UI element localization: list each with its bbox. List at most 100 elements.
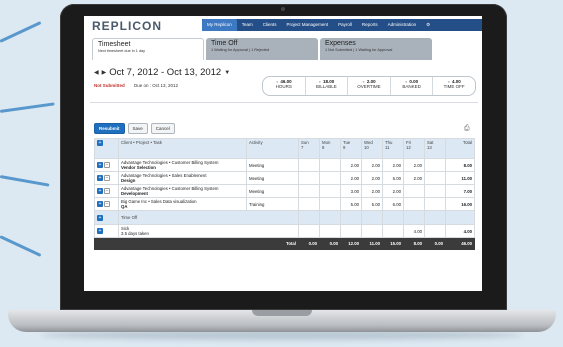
hours-cell[interactable]	[298, 158, 320, 172]
tab-title: Timesheet	[98, 41, 131, 48]
tab-title: Expenses	[325, 40, 356, 47]
save-button[interactable]: Save	[127, 123, 148, 134]
timeoff-row: + Sick 3.5 days taken 4.00 4.00	[94, 224, 475, 238]
hours-cell[interactable]	[424, 224, 446, 238]
hours-cell[interactable]: 2.00	[382, 158, 404, 172]
column-header-activity: Activity	[246, 138, 299, 159]
activity-cell[interactable]: Training	[246, 197, 299, 211]
hours-cell[interactable]	[298, 184, 320, 198]
hours-cell[interactable]: 5.00	[340, 197, 362, 211]
hours-cell[interactable]	[319, 171, 341, 185]
hours-cell[interactable]	[424, 158, 446, 172]
expand-row-icon[interactable]: +	[97, 201, 103, 207]
prev-period-icon[interactable]: ◀	[94, 69, 99, 76]
hours-cell[interactable]: 5.00	[382, 171, 404, 185]
hours-cell[interactable]	[382, 224, 404, 238]
hours-cell[interactable]: 2.00	[403, 171, 425, 185]
hours-cell[interactable]: 3.00	[340, 184, 362, 198]
hours-cell[interactable]	[403, 197, 425, 211]
summary-label: OVERTIME	[357, 84, 381, 89]
timeoff-header-row: + Time Off	[94, 210, 475, 225]
row-total: 16.00	[445, 197, 475, 211]
timeoff-header-cell	[361, 210, 383, 225]
nav-item[interactable]: Reports	[356, 19, 383, 31]
nav-item[interactable]: Payroll	[333, 19, 357, 31]
hours-cell[interactable]	[319, 184, 341, 198]
hours-cell[interactable]: 2.00	[340, 171, 362, 185]
hours-cell[interactable]: 2.00	[361, 184, 383, 198]
hours-cell[interactable]: 5.00	[361, 197, 383, 211]
row-total: 8.00	[445, 158, 475, 172]
add-timeoff-icon[interactable]: +	[97, 214, 103, 221]
hours-cell[interactable]: 4.00	[403, 224, 425, 238]
timeoff-name-cell[interactable]: Sick 3.5 days taken	[118, 224, 299, 238]
column-header-day: Sun 7	[298, 138, 320, 159]
client-project-task[interactable]: Advantage Technologies • Sales Enablemen…	[118, 171, 247, 185]
tab-time-off[interactable]: Time Off 1 Waiting for Approval | 1 Reje…	[206, 38, 318, 60]
next-period-icon[interactable]: ▶	[102, 69, 107, 76]
tab-expenses[interactable]: Expenses 1 Not Submitted | 1 Waiting for…	[320, 38, 432, 60]
nav-item[interactable]: My Replicon	[202, 19, 237, 31]
hours-cell[interactable]	[319, 224, 341, 238]
summary-item: 18.00BILLABLE	[306, 77, 349, 95]
period-dropdown-icon[interactable]: ▼	[224, 70, 230, 76]
grand-total: 46.00	[445, 237, 475, 250]
hours-cell[interactable]	[424, 171, 446, 185]
app-screen: REPLICON My Replicon Team Clients Project M…	[84, 16, 482, 291]
hours-cell[interactable]	[319, 158, 341, 172]
hours-cell[interactable]: 2.00	[403, 158, 425, 172]
client-project-task[interactable]: Advantage Technologies • Customer Billin…	[118, 184, 247, 198]
app-logo: REPLICON	[92, 19, 163, 33]
hours-cell[interactable]: 2.00	[340, 158, 362, 172]
hours-cell[interactable]: 2.00	[382, 184, 404, 198]
remove-row-icon[interactable]: −	[104, 162, 110, 168]
task-name: QA	[121, 204, 128, 209]
hours-cell[interactable]: 2.00	[361, 171, 383, 185]
hours-cell[interactable]	[298, 197, 320, 211]
expand-row-icon[interactable]: +	[97, 228, 103, 234]
hours-cell[interactable]: 6.00	[382, 197, 404, 211]
day-total: 15.00	[382, 237, 404, 250]
row-controls: +	[94, 224, 119, 238]
expand-row-icon[interactable]: +	[97, 188, 103, 194]
hours-cell[interactable]	[424, 184, 446, 198]
day-total: 0.00	[319, 237, 341, 250]
hours-cell[interactable]	[298, 171, 320, 185]
activity-cell[interactable]: Meeting	[246, 158, 299, 172]
client-project-task[interactable]: Big Game Inc • Sales Data visualization Q…	[118, 197, 247, 211]
nav-item[interactable]: Clients	[257, 19, 282, 31]
remove-row-icon[interactable]: −	[104, 175, 110, 181]
nav-item[interactable]: Administration	[382, 19, 422, 31]
laptop-notch	[252, 310, 312, 316]
add-row-cell: +	[94, 210, 119, 225]
remove-row-icon[interactable]: −	[104, 201, 110, 207]
tab-timesheet[interactable]: Timesheet Next timesheet due in 1 day	[92, 38, 204, 60]
activity-cell[interactable]: Meeting	[246, 171, 299, 185]
expand-row-icon[interactable]: +	[97, 175, 103, 181]
hours-cell[interactable]	[361, 224, 383, 238]
remove-row-icon[interactable]: −	[104, 188, 110, 194]
client-project-task[interactable]: Advantage Technologies • Customer Billin…	[118, 158, 247, 172]
hours-cell[interactable]	[298, 224, 320, 238]
add-row-icon[interactable]: +	[97, 140, 103, 146]
hours-cell[interactable]	[340, 224, 362, 238]
hours-cell[interactable]	[424, 197, 446, 211]
gear-icon[interactable]: ⚙	[421, 19, 436, 31]
nav-item[interactable]: Project Management	[281, 19, 334, 31]
total-label: Total	[94, 237, 299, 250]
activity-cell[interactable]: Meeting	[246, 184, 299, 198]
summary-item: 2.00OVERTIME	[348, 77, 391, 95]
hours-cell[interactable]: 2.00	[361, 158, 383, 172]
expand-row-icon[interactable]: +	[97, 162, 103, 168]
day-total: 12.00	[340, 237, 362, 250]
table-row: + − Advantage Technologies • Customer Bill…	[94, 184, 475, 198]
day-total: 0.00	[298, 237, 320, 250]
tab-subtitle: 1 Not Submitted | 1 Waiting for Approval	[325, 48, 393, 52]
resubmit-button[interactable]: Resubmit	[94, 123, 125, 134]
column-header-day: Wed 10	[361, 138, 383, 159]
hours-cell[interactable]	[319, 197, 341, 211]
nav-item[interactable]: Team	[236, 19, 258, 31]
cancel-button[interactable]: Cancel	[150, 123, 175, 134]
hours-cell[interactable]	[403, 184, 425, 198]
print-icon[interactable]: ⎙	[464, 125, 470, 133]
